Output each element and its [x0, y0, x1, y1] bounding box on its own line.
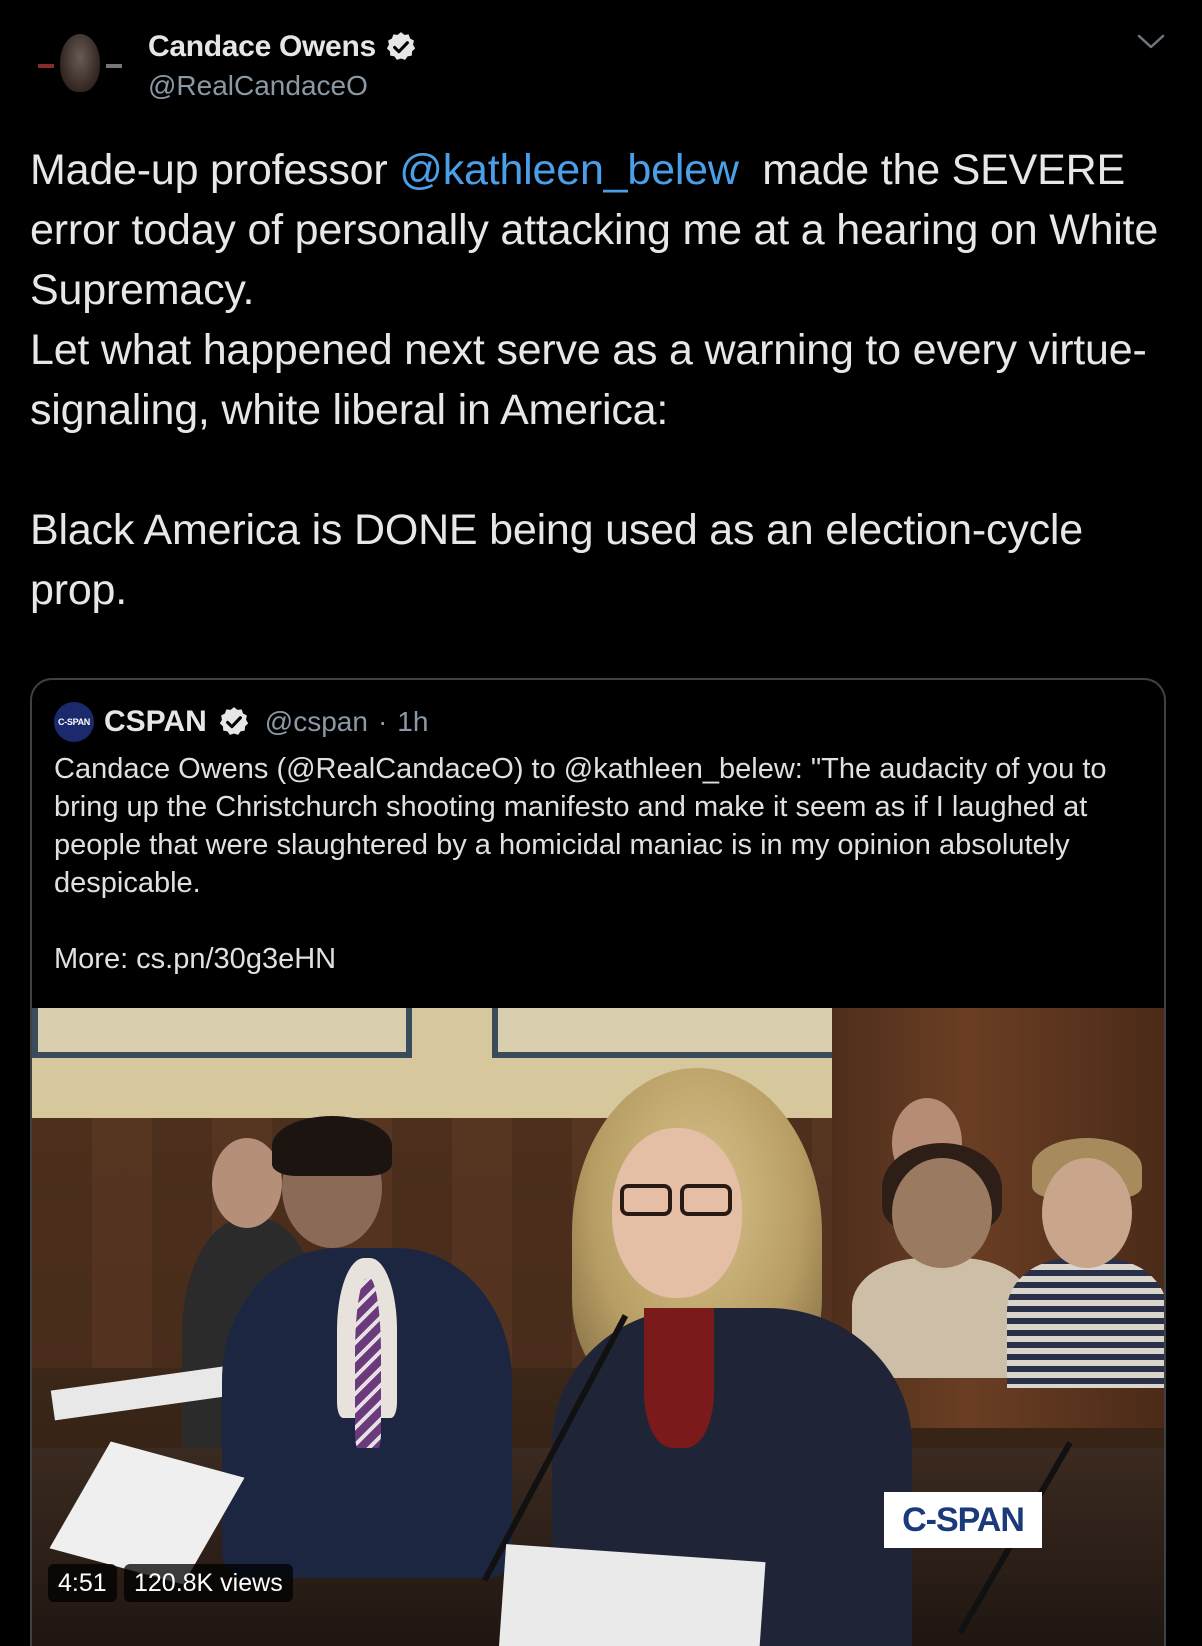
video-scene-glasses — [620, 1184, 672, 1216]
cspan-avatar[interactable]: C-SPAN — [54, 702, 94, 742]
video-player[interactable]: C-SPAN 4:51 120.8K views — [32, 1008, 1164, 1646]
quoted-tweet[interactable]: C-SPAN CSPAN @cspan · 1h Candace Owens (… — [30, 678, 1166, 1646]
video-scene-hair — [272, 1116, 392, 1176]
author-display-name[interactable]: Candace Owens — [148, 30, 376, 64]
video-scene-person — [892, 1158, 992, 1268]
tweet-text: Made-up professor @kathleen_belew made t… — [30, 140, 1180, 620]
video-duration: 4:51 — [48, 1564, 117, 1602]
mention-link[interactable]: @kathleen_belew — [399, 146, 739, 194]
quoted-tweet-header: C-SPAN CSPAN @cspan · 1h — [54, 702, 428, 742]
quoted-tweet-text: Candace Owens (@RealCandaceO) to @kathle… — [54, 753, 1107, 975]
author-handle[interactable]: @RealCandaceO — [148, 70, 368, 102]
verified-badge-icon — [386, 32, 416, 60]
tweet-card: Candace Owens @RealCandaceO Made-up prof… — [0, 0, 1202, 1646]
quoted-display-name[interactable]: CSPAN — [104, 705, 207, 739]
video-scene-nameplate — [498, 1544, 766, 1646]
avatar-face — [60, 34, 100, 92]
tweet-text-start: Made-up professor — [30, 146, 400, 194]
chevron-down-icon[interactable] — [1135, 30, 1167, 54]
video-scene-frame — [492, 1008, 872, 1058]
avatar-decoration — [38, 64, 54, 68]
author-avatar[interactable] — [30, 28, 130, 106]
video-scene-person — [1042, 1158, 1132, 1268]
video-scene-tie — [355, 1278, 381, 1448]
separator-dot: · — [377, 706, 388, 737]
avatar-decoration — [106, 64, 122, 68]
quoted-handle[interactable]: @cspan — [265, 706, 368, 738]
video-scene-glasses — [680, 1184, 732, 1216]
cspan-watermark: C-SPAN — [884, 1492, 1042, 1548]
author-name-row[interactable]: Candace Owens — [148, 30, 418, 64]
video-scene-frame — [32, 1008, 412, 1058]
verified-badge-icon — [219, 707, 248, 735]
video-scene-person — [1007, 1258, 1164, 1388]
video-view-count: 120.8K views — [124, 1564, 293, 1602]
video-scene-blouse — [644, 1308, 714, 1448]
tweet-text-rest: made the SEVERE error today of personall… — [30, 146, 1159, 614]
quoted-timestamp[interactable]: 1h — [397, 706, 428, 738]
